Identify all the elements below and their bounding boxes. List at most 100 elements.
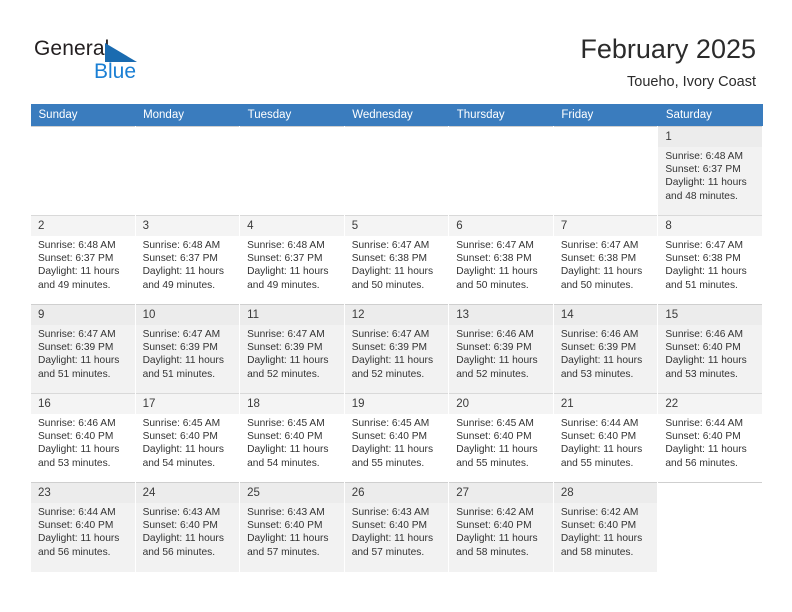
calendar-day-cell[interactable]: 4 Sunrise: 6:48 AM Sunset: 6:37 PM Daylight…: [239, 215, 345, 305]
day-number: [240, 127, 344, 134]
day-sun-info: Sunrise: 6:42 AM Sunset: 6:40 PM Daylight:…: [554, 503, 658, 559]
day-sun-info: Sunrise: 6:44 AM Sunset: 6:40 PM Daylight:…: [554, 414, 658, 470]
calendar-day-cell[interactable]: 26 Sunrise: 6:43 AM Sunset: 6:40 PM Dayligh…: [343, 482, 450, 572]
day-number: [554, 127, 658, 134]
day-number: 2: [31, 216, 135, 236]
day-number: 25: [240, 483, 344, 503]
sunrise-text: Sunrise: 6:43 AM: [142, 507, 221, 518]
daylight-text-line1: Daylight: 11 hours: [142, 266, 224, 278]
page-title: February 2025: [580, 34, 756, 64]
calendar-day-cell[interactable]: 17 Sunrise: 6:45 AM Sunset: 6:40 PM Dayligh…: [134, 393, 241, 483]
calendar-day-cell[interactable]: 3 Sunrise: 6:48 AM Sunset: 6:37 PM Daylight…: [134, 215, 241, 305]
sunrise-text: Sunrise: 6:45 AM: [456, 418, 534, 429]
sunset-text: Sunset: 6:40 PM: [142, 520, 218, 532]
daylight-text-line2: and 58 minutes.: [560, 546, 634, 558]
calendar-cell-empty: [657, 482, 763, 572]
calendar-day-cell[interactable]: 14 Sunrise: 6:46 AM Sunset: 6:39 PM Dayligh…: [552, 304, 659, 394]
sunrise-text: Sunrise: 6:44 AM: [665, 418, 743, 429]
calendar-day-cell[interactable]: 13 Sunrise: 6:46 AM Sunset: 6:39 PM Dayligh…: [448, 304, 554, 394]
calendar-day-cell[interactable]: 1 Sunrise: 6:48 AM Sunset: 6:37 PM Daylight…: [657, 126, 763, 216]
sunrise-text: Sunrise: 6:42 AM: [456, 507, 534, 518]
daylight-text-line2: and 48 minutes.: [665, 190, 738, 202]
calendar-page: General Blue February 2025 Toueho, Ivory…: [0, 0, 792, 612]
calendar-day-cell[interactable]: 19 Sunrise: 6:45 AM Sunset: 6:40 PM Dayligh…: [343, 393, 450, 483]
daylight-text-line1: Daylight: 11 hours: [456, 355, 538, 367]
column-header-saturday: Saturday: [657, 104, 763, 127]
calendar-body: 1 Sunrise: 6:48 AM Sunset: 6:37 PM Daylight…: [30, 126, 763, 572]
daylight-text-line1: Daylight: 11 hours: [142, 533, 224, 545]
sunset-text: Sunset: 6:40 PM: [665, 431, 741, 443]
sunrise-text: Sunrise: 6:44 AM: [38, 507, 116, 518]
daylight-text-line2: and 51 minutes.: [665, 279, 738, 291]
daylight-text-line2: and 58 minutes.: [456, 546, 529, 558]
daylight-text-line1: Daylight: 11 hours: [247, 355, 329, 367]
calendar-day-cell[interactable]: 24 Sunrise: 6:43 AM Sunset: 6:40 PM Dayligh…: [134, 482, 241, 572]
day-sun-info: Sunrise: 6:46 AM Sunset: 6:39 PM Daylight:…: [449, 325, 553, 381]
daylight-text-line1: Daylight: 11 hours: [560, 444, 643, 456]
sunrise-text: Sunrise: 6:43 AM: [247, 507, 325, 518]
daylight-text-line2: and 52 minutes.: [247, 368, 320, 380]
calendar-day-cell[interactable]: 9 Sunrise: 6:47 AM Sunset: 6:39 PM Daylight…: [30, 304, 136, 394]
calendar-day-cell[interactable]: 28 Sunrise: 6:42 AM Sunset: 6:40 PM Dayligh…: [552, 482, 659, 572]
day-number: 18: [240, 394, 344, 414]
day-sun-info: Sunrise: 6:48 AM Sunset: 6:37 PM Daylight:…: [658, 147, 762, 203]
daylight-text-line1: Daylight: 11 hours: [247, 444, 329, 456]
sunrise-text: Sunrise: 6:47 AM: [560, 240, 639, 251]
daylight-text-line2: and 49 minutes.: [38, 279, 111, 291]
day-number: 14: [553, 305, 658, 325]
calendar-week-row: 16 Sunrise: 6:46 AM Sunset: 6:40 PM Dayligh…: [30, 393, 763, 483]
calendar-day-cell[interactable]: 15 Sunrise: 6:46 AM Sunset: 6:40 PM Dayligh…: [657, 304, 763, 394]
calendar-day-cell[interactable]: 2 Sunrise: 6:48 AM Sunset: 6:37 PM Daylight…: [30, 215, 136, 305]
calendar-day-cell[interactable]: 16 Sunrise: 6:46 AM Sunset: 6:40 PM Dayligh…: [30, 393, 136, 483]
day-sun-info: Sunrise: 6:47 AM Sunset: 6:38 PM Daylight:…: [345, 236, 449, 292]
sunrise-text: Sunrise: 6:48 AM: [38, 240, 116, 251]
calendar-day-cell[interactable]: 11 Sunrise: 6:47 AM Sunset: 6:39 PM Dayligh…: [239, 304, 345, 394]
sunset-text: Sunset: 6:40 PM: [38, 431, 114, 443]
calendar-week-row: 2 Sunrise: 6:48 AM Sunset: 6:37 PM Daylight…: [30, 215, 763, 305]
sunrise-text: Sunrise: 6:48 AM: [247, 240, 325, 251]
day-number: [658, 483, 762, 490]
day-number: 1: [658, 127, 762, 147]
calendar-day-cell[interactable]: 18 Sunrise: 6:45 AM Sunset: 6:40 PM Dayligh…: [239, 393, 345, 483]
sunrise-text: Sunrise: 6:47 AM: [142, 329, 221, 340]
calendar-day-cell[interactable]: 7 Sunrise: 6:47 AM Sunset: 6:38 PM Daylight…: [552, 215, 659, 305]
calendar-day-cell[interactable]: 12 Sunrise: 6:47 AM Sunset: 6:39 PM Dayligh…: [343, 304, 450, 394]
sunrise-text: Sunrise: 6:48 AM: [142, 240, 221, 251]
calendar-cell-empty: [134, 126, 241, 216]
calendar-day-cell[interactable]: 5 Sunrise: 6:47 AM Sunset: 6:38 PM Daylight…: [343, 215, 450, 305]
calendar-cell-empty: [239, 126, 345, 216]
general-blue-logo[interactable]: General Blue: [34, 36, 214, 90]
day-sun-info: Sunrise: 6:43 AM Sunset: 6:40 PM Daylight:…: [240, 503, 344, 559]
sunset-text: Sunset: 6:37 PM: [247, 253, 323, 265]
daylight-text-line1: Daylight: 11 hours: [38, 533, 120, 545]
sunrise-text: Sunrise: 6:47 AM: [665, 240, 743, 251]
day-sun-info: Sunrise: 6:44 AM Sunset: 6:40 PM Daylight:…: [658, 414, 762, 470]
calendar-day-cell[interactable]: 20 Sunrise: 6:45 AM Sunset: 6:40 PM Dayligh…: [448, 393, 554, 483]
calendar-day-cell[interactable]: 27 Sunrise: 6:42 AM Sunset: 6:40 PM Dayligh…: [448, 482, 554, 572]
daylight-text-line2: and 50 minutes.: [456, 279, 529, 291]
calendar-day-cell[interactable]: 10 Sunrise: 6:47 AM Sunset: 6:39 PM Dayligh…: [134, 304, 241, 394]
sunset-text: Sunset: 6:39 PM: [142, 342, 218, 354]
day-number: 15: [658, 305, 762, 325]
sunset-text: Sunset: 6:37 PM: [38, 253, 114, 265]
column-header-sunday: Sunday: [30, 104, 136, 127]
daylight-text-line2: and 50 minutes.: [351, 279, 425, 291]
calendar-day-cell[interactable]: 21 Sunrise: 6:44 AM Sunset: 6:40 PM Dayligh…: [552, 393, 659, 483]
calendar-day-cell[interactable]: 6 Sunrise: 6:47 AM Sunset: 6:38 PM Daylight…: [448, 215, 554, 305]
day-number: 20: [449, 394, 553, 414]
daylight-text-line2: and 55 minutes.: [456, 457, 529, 469]
title-block: February 2025 Toueho, Ivory Coast: [580, 32, 756, 92]
calendar-day-cell[interactable]: 23 Sunrise: 6:44 AM Sunset: 6:40 PM Dayligh…: [30, 482, 136, 572]
calendar-day-cell[interactable]: 8 Sunrise: 6:47 AM Sunset: 6:38 PM Daylight…: [657, 215, 763, 305]
column-header-thursday: Thursday: [448, 104, 554, 127]
calendar-day-cell[interactable]: 25 Sunrise: 6:43 AM Sunset: 6:40 PM Dayligh…: [239, 482, 345, 572]
daylight-text-line1: Daylight: 11 hours: [456, 533, 538, 545]
sunset-text: Sunset: 6:40 PM: [247, 431, 323, 443]
day-sun-info: Sunrise: 6:47 AM Sunset: 6:39 PM Daylight:…: [31, 325, 135, 381]
daylight-text-line2: and 49 minutes.: [142, 279, 216, 291]
daylight-text-line1: Daylight: 11 hours: [665, 266, 747, 278]
daylight-text-line2: and 55 minutes.: [560, 457, 634, 469]
day-number: 10: [135, 305, 240, 325]
calendar-day-cell[interactable]: 22 Sunrise: 6:44 AM Sunset: 6:40 PM Dayligh…: [657, 393, 763, 483]
daylight-text-line1: Daylight: 11 hours: [351, 355, 434, 367]
